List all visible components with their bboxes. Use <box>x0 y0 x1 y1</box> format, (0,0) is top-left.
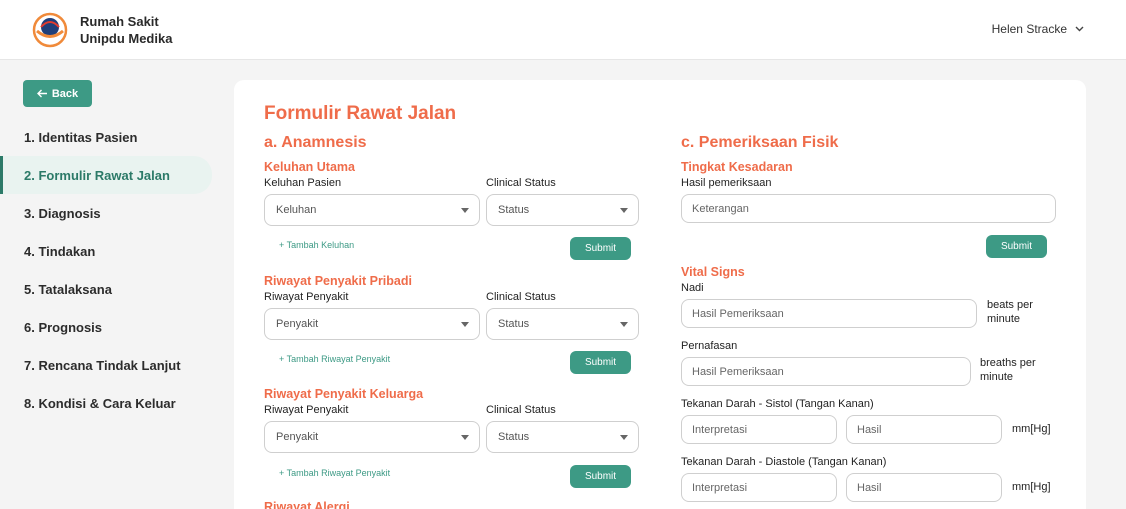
brand-line-2: Unipdu Medika <box>80 31 173 46</box>
sidebar-item-prognosis[interactable]: 6. Prognosis <box>0 308 212 346</box>
arrow-left-icon <box>36 89 47 98</box>
app-header: Rumah Sakit Unipdu Medika Helen Stracke <box>0 0 1126 60</box>
keluhan-utama-title: Keluhan Utama <box>264 160 355 174</box>
caret-down-icon <box>620 208 628 213</box>
diastole-label: Tekanan Darah - Diastole (Tangan Kanan) <box>681 456 887 468</box>
riwayat-pribadi-value: Penyakit <box>276 318 319 330</box>
keluhan-select[interactable]: Keluhan <box>264 194 480 226</box>
sistol-unit: mm[Hg] <box>1012 423 1051 435</box>
sistol-label: Tekanan Darah - Sistol (Tangan Kanan) <box>681 398 874 410</box>
pernafasan-input[interactable] <box>681 357 971 386</box>
brand-name: Rumah Sakit Unipdu Medika <box>80 13 172 47</box>
keluhan-submit-button[interactable]: Submit <box>570 237 631 260</box>
nadi-unit: beats per minute <box>987 299 1033 325</box>
user-name: Helen Stracke <box>991 22 1067 36</box>
riwayat-keluarga-value: Penyakit <box>276 431 319 443</box>
sidebar-nav: 1. Identitas Pasien 2. Formulir Rawat Ja… <box>0 118 212 422</box>
keluhan-status-select[interactable]: Status <box>486 194 639 226</box>
riwayat-pribadi-status-select[interactable]: Status <box>486 308 639 340</box>
kesadaran-submit-button[interactable]: Submit <box>986 235 1047 258</box>
riwayat-keluarga-status-label: Clinical Status <box>486 404 556 416</box>
riwayat-keluarga-status-value: Status <box>498 431 530 443</box>
riwayat-pribadi-select[interactable]: Penyakit <box>264 308 480 340</box>
sidebar-item-tindakan[interactable]: 4. Tindakan <box>0 232 212 270</box>
sidebar-item-formulir[interactable]: 2. Formulir Rawat Jalan <box>0 156 212 194</box>
user-menu[interactable]: Helen Stracke <box>992 22 1084 36</box>
riwayat-pribadi-status-label: Clinical Status <box>486 291 556 303</box>
riwayat-pribadi-label: Riwayat Penyakit <box>264 291 349 303</box>
riwayat-pribadi-title: Riwayat Penyakit Pribadi <box>264 274 412 288</box>
riwayat-keluarga-title: Riwayat Penyakit Keluarga <box>264 387 424 401</box>
chevron-down-icon <box>1075 26 1084 32</box>
nadi-input[interactable] <box>681 299 977 328</box>
pemeriksaan-fisik-title: c. Pemeriksaan Fisik <box>681 134 839 151</box>
keluhan-status-label: Clinical Status <box>486 177 556 189</box>
sistol-hasil-input[interactable] <box>846 415 1002 444</box>
add-riwayat-pribadi-link[interactable]: + Tambah Riwayat Penyakit <box>279 354 390 364</box>
riwayat-keluarga-submit-button[interactable]: Submit <box>570 465 631 488</box>
caret-down-icon <box>461 435 469 440</box>
keluhan-label: Keluhan Pasien <box>264 177 342 189</box>
hasil-pemeriksaan-label: Hasil pemeriksaan <box>681 177 772 189</box>
pernafasan-label: Pernafasan <box>681 340 738 352</box>
riwayat-pribadi-submit-button[interactable]: Submit <box>570 351 631 374</box>
caret-down-icon <box>620 435 628 440</box>
sidebar-item-identitas[interactable]: 1. Identitas Pasien <box>0 118 212 156</box>
sidebar-item-tatalaksana[interactable]: 5. Tatalaksana <box>0 270 212 308</box>
riwayat-keluarga-select[interactable]: Penyakit <box>264 421 480 453</box>
tingkat-kesadaran-title: Tingkat Kesadaran <box>681 160 793 174</box>
sidebar-item-rencana[interactable]: 7. Rencana Tindak Lanjut <box>0 346 212 384</box>
hospital-logo <box>32 12 68 48</box>
riwayat-pribadi-status-value: Status <box>498 318 530 330</box>
nadi-label: Nadi <box>681 282 704 294</box>
keluhan-status-value: Status <box>498 204 530 216</box>
add-riwayat-keluarga-link[interactable]: + Tambah Riwayat Penyakit <box>279 468 390 478</box>
riwayat-keluarga-label: Riwayat Penyakit <box>264 404 349 416</box>
riwayat-keluarga-status-select[interactable]: Status <box>486 421 639 453</box>
diastole-interpretasi-input[interactable] <box>681 473 837 502</box>
page-title: Formulir Rawat Jalan <box>264 103 457 124</box>
keluhan-select-value: Keluhan <box>276 204 317 216</box>
caret-down-icon <box>461 322 469 327</box>
pernafasan-unit: breaths per minute <box>980 357 1036 383</box>
back-button[interactable]: Back <box>23 80 92 107</box>
sidebar-item-diagnosis[interactable]: 3. Diagnosis <box>0 194 212 232</box>
diastole-unit: mm[Hg] <box>1012 481 1051 493</box>
anamnesis-title: a. Anamnesis <box>264 134 367 151</box>
sidebar-item-kondisi[interactable]: 8. Kondisi & Cara Keluar <box>0 384 212 422</box>
back-label: Back <box>51 87 79 100</box>
brand-line-1: Rumah Sakit <box>80 14 159 29</box>
vital-signs-title: Vital Signs <box>681 265 745 279</box>
keterangan-input[interactable] <box>681 194 1056 223</box>
caret-down-icon <box>620 322 628 327</box>
riwayat-alergi-title: Riwayat Alergi <box>264 500 350 509</box>
add-keluhan-link[interactable]: + Tambah Keluhan <box>279 240 354 250</box>
caret-down-icon <box>461 208 469 213</box>
diastole-hasil-input[interactable] <box>846 473 1002 502</box>
sistol-interpretasi-input[interactable] <box>681 415 837 444</box>
